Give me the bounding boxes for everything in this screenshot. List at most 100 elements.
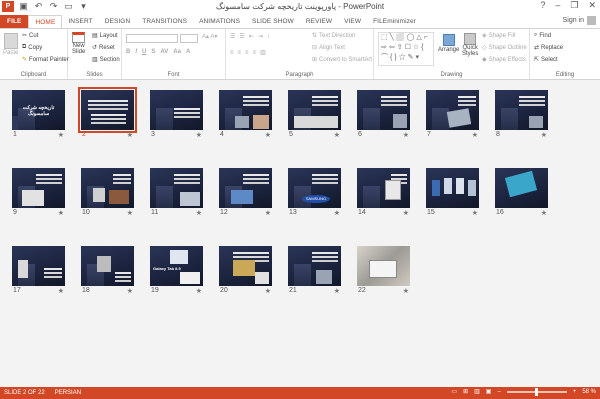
transition-star-icon[interactable]: ★ — [196, 209, 202, 217]
bold-icon[interactable]: B — [126, 49, 130, 55]
tab-design[interactable]: DESIGN — [99, 15, 137, 28]
tab-animations[interactable]: ANIMATIONS — [193, 15, 246, 28]
shape-effects-button[interactable]: ◆ Shape Effects — [482, 56, 526, 64]
slide-thumbnail[interactable]: Galaxy Tab 8.9 19 ★ — [150, 246, 203, 295]
italic-icon[interactable]: I — [135, 49, 137, 55]
cut-button[interactable]: ✂ Cut — [22, 32, 38, 40]
shape-fill-button[interactable]: ◈ Shape Fill — [482, 32, 515, 40]
zoom-out-icon[interactable]: – — [497, 389, 500, 395]
sign-in[interactable]: Sign in — [563, 16, 596, 25]
slide-thumbnail-selected[interactable]: 2 ★ — [78, 87, 137, 139]
find-button[interactable]: ⌕ Find — [534, 32, 551, 39]
language-indicator[interactable]: PERSIAN — [55, 390, 81, 396]
normal-view-icon[interactable]: ▭ — [451, 388, 457, 395]
change-case-icon[interactable]: Aa — [173, 49, 181, 55]
transition-star-icon[interactable]: ★ — [265, 209, 271, 217]
transition-star-icon[interactable]: ★ — [265, 131, 271, 139]
transition-star-icon[interactable]: ★ — [403, 131, 409, 139]
font-format-buttons[interactable]: B I U S AV Aa A — [126, 49, 190, 55]
slide-thumbnail[interactable]: 7 ★ — [426, 90, 479, 139]
select-button[interactable]: ⇱ Select — [534, 56, 558, 64]
close-icon[interactable]: ✕ — [588, 0, 596, 11]
slide-thumbnail[interactable]: 11 ★ — [150, 168, 203, 217]
align-text-button[interactable]: ⊟ Align Text — [312, 44, 345, 52]
transition-star-icon[interactable]: ★ — [58, 287, 64, 295]
transition-star-icon[interactable]: ★ — [541, 131, 547, 139]
slide-thumbnail[interactable]: 4 ★ — [219, 90, 272, 139]
slide-thumbnail[interactable]: 17 ★ — [12, 246, 65, 295]
slide-thumbnail[interactable]: 9 ★ — [12, 168, 65, 217]
shape-outline-button[interactable]: ◇ Shape Outline — [482, 44, 527, 52]
transition-star-icon[interactable]: ★ — [403, 209, 409, 217]
transition-star-icon[interactable]: ★ — [472, 131, 478, 139]
transition-star-icon[interactable]: ★ — [127, 131, 133, 139]
tab-home[interactable]: HOME — [28, 15, 63, 28]
transition-star-icon[interactable]: ★ — [58, 209, 64, 217]
format-painter-button[interactable]: ✎ Format Painter — [22, 56, 69, 64]
slide-thumbnail[interactable]: 10 ★ — [81, 168, 134, 217]
slide-thumbnail[interactable]: 18 ★ — [81, 246, 134, 295]
grow-font-icon[interactable]: A▴ A▾ — [202, 33, 217, 40]
list-buttons[interactable]: ☰ ☰ ⇤ ⇥ ↕ — [230, 33, 270, 41]
font-color-icon[interactable]: A — [186, 49, 190, 55]
slide-thumbnail[interactable]: 12 ★ — [219, 168, 272, 217]
arrange-button[interactable]: Arrange — [438, 34, 459, 53]
justify-icon[interactable]: ≡ — [253, 50, 257, 56]
quick-styles-button[interactable]: Quick Styles — [462, 33, 478, 57]
transition-star-icon[interactable]: ★ — [196, 287, 202, 295]
slide-thumbnail[interactable]: 5 ★ — [288, 90, 341, 139]
reset-button[interactable]: ↺ Reset — [92, 44, 115, 52]
slideshow-view-icon[interactable]: ▣ — [486, 388, 492, 395]
slide-thumbnail[interactable]: 6 ★ — [357, 90, 410, 139]
tab-view[interactable]: VIEW — [338, 15, 367, 28]
tab-review[interactable]: REVIEW — [300, 15, 338, 28]
slide-thumbnail[interactable]: 8 ★ — [495, 90, 548, 139]
bullets-icon[interactable]: ☰ — [230, 33, 235, 40]
slide-thumbnail[interactable]: 3 ★ — [150, 90, 203, 139]
paste-button[interactable]: Paste — [3, 33, 18, 56]
help-icon[interactable]: ? — [540, 0, 545, 11]
zoom-slider[interactable] — [506, 387, 567, 396]
transition-star-icon[interactable]: ★ — [58, 131, 64, 139]
numbering-icon[interactable]: ☰ — [239, 33, 244, 40]
align-right-icon[interactable]: ≡ — [245, 50, 249, 56]
transition-star-icon[interactable]: ★ — [541, 209, 547, 217]
restore-icon[interactable]: ❐ — [570, 0, 578, 11]
font-name-box[interactable] — [126, 34, 178, 43]
columns-icon[interactable]: ▥ — [260, 49, 266, 56]
sign-in-label[interactable]: Sign in — [563, 17, 584, 24]
tab-file[interactable]: FILE — [0, 15, 29, 28]
transition-star-icon[interactable]: ★ — [334, 131, 340, 139]
slide-sorter-view-icon[interactable]: ⊞ — [463, 388, 468, 395]
slide-thumbnail[interactable]: 22 ★ — [357, 246, 410, 295]
tab-transitions[interactable]: TRANSITIONS — [136, 15, 193, 28]
line-spacing-icon[interactable]: ↕ — [267, 34, 270, 40]
user-avatar-icon[interactable] — [587, 16, 596, 25]
slide-thumbnail[interactable]: 20 ★ — [219, 246, 272, 295]
zoom-in-icon[interactable]: + — [573, 389, 577, 395]
replace-button[interactable]: ⇄ Replace — [534, 44, 563, 52]
transition-star-icon[interactable]: ★ — [127, 287, 133, 295]
slide-thumbnail[interactable]: 21 ★ — [288, 246, 341, 295]
tab-fileminimizer[interactable]: FILEminimizer — [367, 15, 422, 28]
transition-star-icon[interactable]: ★ — [403, 287, 409, 295]
decrease-indent-icon[interactable]: ⇤ — [249, 33, 254, 40]
slide-counter[interactable]: SLIDE 2 OF 22 — [4, 390, 45, 396]
underline-icon[interactable]: U — [142, 49, 146, 55]
reading-view-icon[interactable]: ▥ — [474, 388, 480, 395]
strikethrough-icon[interactable]: S — [151, 49, 155, 55]
tab-slide-show[interactable]: SLIDE SHOW — [246, 15, 300, 28]
transition-star-icon[interactable]: ★ — [334, 209, 340, 217]
shapes-gallery[interactable]: ⬚╲⬜◯△⌐ ⇨⇦⇧☐☆{⌒{}☆✎▾ — [378, 32, 434, 66]
copy-button[interactable]: ⧉ Copy — [22, 44, 42, 51]
layout-button[interactable]: ▤ Layout — [92, 32, 118, 40]
slide-thumbnail[interactable]: 16 ★ — [495, 168, 548, 217]
minimize-icon[interactable]: – — [555, 0, 560, 11]
font-size-box[interactable] — [180, 34, 198, 43]
align-buttons[interactable]: ≡ ≡ ≡ ≡ ▥ — [230, 49, 266, 57]
slide-thumbnail[interactable]: 14 ★ — [357, 168, 410, 217]
slide-thumbnail[interactable]: 15 ★ — [426, 168, 479, 217]
transition-star-icon[interactable]: ★ — [472, 209, 478, 217]
align-left-icon[interactable]: ≡ — [230, 50, 234, 56]
align-center-icon[interactable]: ≡ — [238, 50, 242, 56]
